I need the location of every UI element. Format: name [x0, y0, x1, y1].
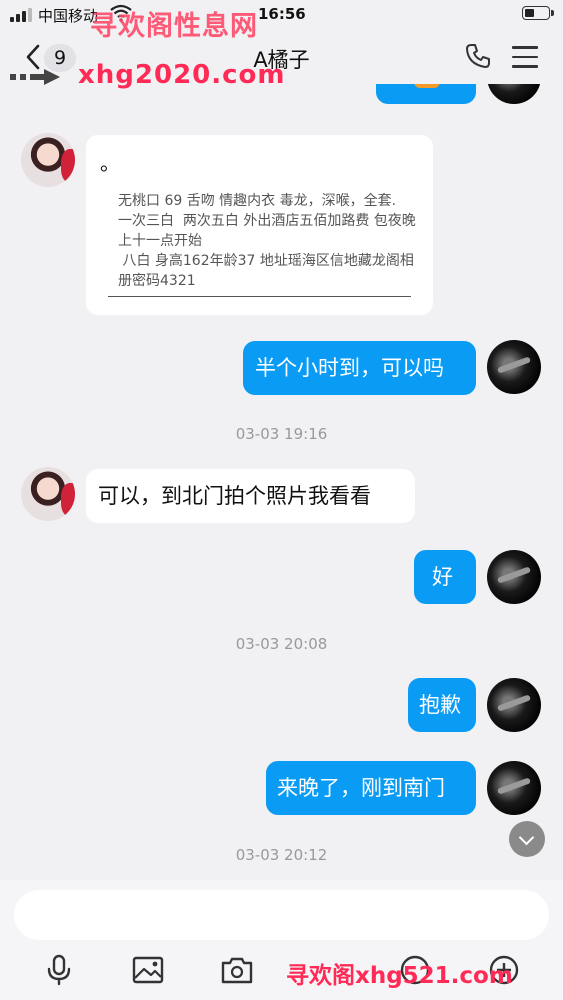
message-timestamp: 03-03 20:08 [235, 635, 328, 653]
scroll-to-bottom-button[interactable] [509, 821, 545, 857]
watermark-bottom-text: 寻欢阁xhg521.com [286, 963, 513, 989]
message-text: 可以，到北门拍个照片我看看 [98, 484, 371, 508]
message-timestamp: 03-03 20:12 [235, 846, 328, 864]
clock: 16:56 [258, 5, 306, 23]
contact-avatar[interactable] [21, 133, 75, 187]
message-text: 半个小时到，可以吗 [255, 356, 444, 380]
microphone-icon[interactable] [42, 953, 76, 987]
my-avatar[interactable] [487, 340, 541, 394]
message-text: 好 [432, 565, 453, 589]
battery-icon [522, 6, 554, 20]
card-divider [108, 296, 411, 297]
signal-icon [10, 8, 34, 22]
my-avatar[interactable] [487, 761, 541, 815]
card-body-text: 无桃口 69 舌吻 情趣内衣 毒龙，深喉，全套. 一次三白 两次五白 外出酒店五… [118, 193, 416, 289]
status-bar: 中国移动 16:56 [0, 0, 563, 30]
contact-avatar[interactable] [21, 467, 75, 521]
message-bubble-out[interactable]: 来晚了，刚到南门 [266, 761, 476, 815]
message-bubble-out[interactable]: 抱歉 [408, 678, 476, 732]
card-title: 。 [100, 151, 120, 175]
message-bubble-out[interactable]: 半个小时到，可以吗 [243, 341, 476, 395]
my-avatar[interactable] [487, 84, 541, 104]
my-avatar[interactable] [487, 550, 541, 604]
message-card[interactable]: 。 无桃口 69 舌吻 情趣内衣 毒龙，深喉，全套. 一次三白 两次五白 外出酒… [86, 135, 433, 315]
chat-messages[interactable]: 。 无桃口 69 舌吻 情趣内衣 毒龙，深喉，全套. 一次三白 两次五白 外出酒… [0, 84, 563, 880]
sticker-icon [414, 84, 440, 88]
message-text: 来晚了，刚到南门 [277, 776, 445, 800]
watermark-top-text: 寻欢阁性息网 [90, 11, 258, 42]
message-timestamp: 03-03 19:16 [235, 425, 328, 443]
menu-icon[interactable] [512, 46, 538, 75]
message-input[interactable] [14, 890, 549, 940]
message-bubble-partial[interactable] [376, 84, 476, 104]
phone-icon[interactable] [464, 42, 492, 70]
carrier-label: 中国移动 [38, 7, 99, 25]
message-bubble-out[interactable]: 好 [414, 550, 476, 604]
camera-icon[interactable] [220, 953, 254, 987]
message-bubble-in[interactable]: 可以，到北门拍个照片我看看 [86, 469, 415, 523]
image-icon[interactable] [131, 953, 165, 987]
my-avatar[interactable] [487, 678, 541, 732]
message-text: 抱歉 [419, 693, 461, 717]
